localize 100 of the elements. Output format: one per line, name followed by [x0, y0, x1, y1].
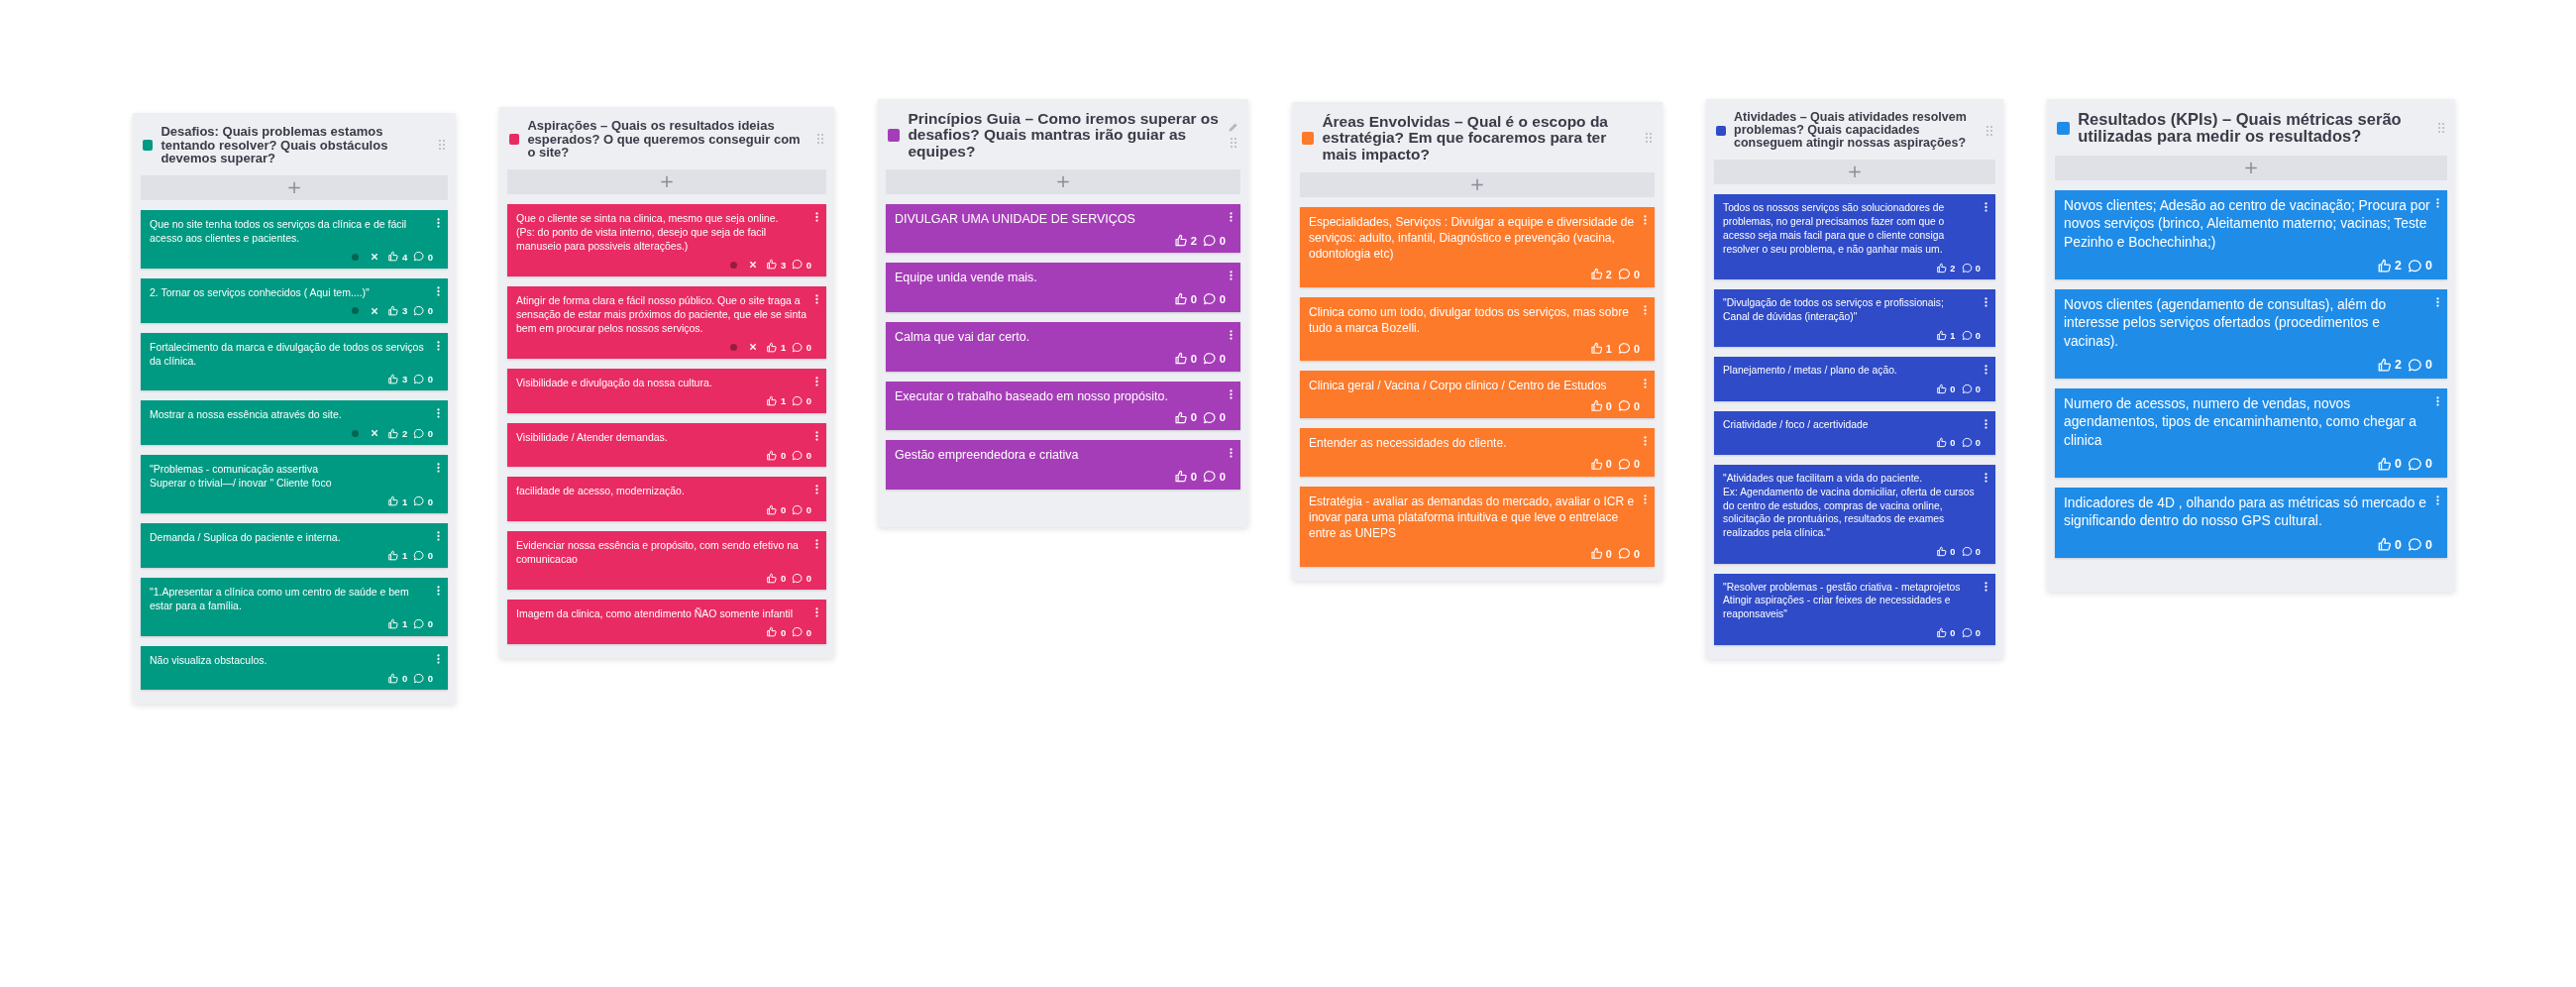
add-card-button[interactable]: +	[886, 168, 1240, 194]
add-card-button[interactable]: +	[1714, 160, 1995, 185]
comment-icon[interactable]	[1961, 627, 1973, 639]
thumbs-up-icon[interactable]	[1173, 351, 1188, 366]
thumbs-up-icon[interactable]	[1936, 627, 1948, 639]
thumbs-up-icon[interactable]	[2376, 258, 2392, 274]
comment-icon[interactable]	[792, 395, 804, 407]
thumbs-up-icon[interactable]	[1173, 410, 1188, 425]
comment-icon[interactable]	[2407, 537, 2423, 553]
comment-icon[interactable]	[1617, 399, 1631, 413]
thumbs-up-icon[interactable]	[1173, 470, 1188, 484]
thumbs-up-icon[interactable]	[387, 672, 399, 685]
thumbs-up-icon[interactable]	[2376, 357, 2392, 373]
thumbs-up-icon[interactable]	[1173, 233, 1188, 248]
drag-handle-icon[interactable]	[438, 139, 446, 152]
kebab-menu-icon[interactable]	[437, 585, 440, 596]
close-icon[interactable]	[749, 343, 758, 352]
thumbs-up-icon[interactable]	[1589, 341, 1603, 356]
kebab-menu-icon[interactable]	[2436, 197, 2439, 208]
close-icon[interactable]	[371, 253, 379, 262]
comment-icon[interactable]	[792, 259, 804, 271]
comment-icon[interactable]	[1203, 292, 1217, 307]
comment-icon[interactable]	[1961, 546, 1973, 558]
kebab-menu-icon[interactable]	[437, 653, 440, 664]
comment-icon[interactable]	[1961, 330, 1973, 342]
drag-handle-icon[interactable]	[2437, 122, 2445, 135]
thumbs-up-icon[interactable]	[1936, 437, 1948, 449]
comment-icon[interactable]	[413, 672, 425, 685]
kebab-menu-icon[interactable]	[815, 430, 818, 441]
comment-icon[interactable]	[1203, 351, 1217, 366]
kebab-menu-icon[interactable]	[1230, 211, 1233, 222]
kebab-menu-icon[interactable]	[2436, 494, 2439, 505]
kebab-menu-icon[interactable]	[437, 463, 440, 474]
kebab-menu-icon[interactable]	[437, 217, 440, 228]
thumbs-up-icon[interactable]	[1589, 399, 1603, 413]
kebab-menu-icon[interactable]	[437, 531, 440, 542]
thumbs-up-icon[interactable]	[1589, 457, 1603, 471]
kebab-menu-icon[interactable]	[1985, 297, 1987, 308]
thumbs-up-icon[interactable]	[2376, 456, 2392, 472]
comment-icon[interactable]	[1203, 470, 1217, 484]
drag-handle-icon[interactable]	[1229, 136, 1237, 149]
comment-icon[interactable]	[792, 572, 804, 585]
thumbs-up-icon[interactable]	[766, 395, 778, 407]
thumbs-up-icon[interactable]	[766, 503, 778, 516]
drag-handle-icon[interactable]	[1645, 132, 1653, 145]
drag-handle-icon[interactable]	[1986, 124, 1993, 137]
comment-icon[interactable]	[1617, 268, 1631, 281]
thumbs-up-icon[interactable]	[1936, 262, 1948, 274]
comment-icon[interactable]	[792, 449, 804, 462]
thumbs-up-icon[interactable]	[387, 427, 399, 440]
thumbs-up-icon[interactable]	[766, 626, 778, 638]
kebab-menu-icon[interactable]	[1230, 330, 1233, 341]
comment-icon[interactable]	[1617, 457, 1631, 471]
comment-icon[interactable]	[413, 618, 425, 630]
thumbs-up-icon[interactable]	[766, 341, 778, 354]
drag-handle-icon[interactable]	[816, 133, 824, 146]
close-icon[interactable]	[371, 429, 379, 438]
kebab-menu-icon[interactable]	[815, 377, 818, 387]
comment-icon[interactable]	[792, 626, 804, 638]
thumbs-up-icon[interactable]	[387, 550, 399, 562]
comment-icon[interactable]	[413, 373, 425, 385]
comment-icon[interactable]	[1961, 384, 1973, 395]
add-card-button[interactable]: +	[141, 174, 448, 200]
close-icon[interactable]	[749, 261, 758, 270]
thumbs-up-icon[interactable]	[2376, 537, 2392, 553]
thumbs-up-icon[interactable]	[1173, 292, 1188, 307]
close-icon[interactable]	[371, 306, 379, 315]
comment-icon[interactable]	[413, 251, 425, 263]
kebab-menu-icon[interactable]	[1230, 448, 1233, 459]
thumbs-up-icon[interactable]	[1936, 384, 1948, 395]
thumbs-up-icon[interactable]	[766, 572, 778, 585]
comment-icon[interactable]	[2407, 357, 2423, 373]
comment-icon[interactable]	[413, 305, 425, 317]
kebab-menu-icon[interactable]	[2436, 296, 2439, 307]
kebab-menu-icon[interactable]	[1985, 365, 1987, 376]
comment-icon[interactable]	[2407, 258, 2423, 274]
kebab-menu-icon[interactable]	[437, 340, 440, 351]
kebab-menu-icon[interactable]	[815, 607, 818, 618]
thumbs-up-icon[interactable]	[387, 618, 399, 630]
kebab-menu-icon[interactable]	[2436, 395, 2439, 406]
comment-icon[interactable]	[413, 427, 425, 440]
kebab-menu-icon[interactable]	[1230, 271, 1233, 281]
kebab-menu-icon[interactable]	[1985, 418, 1987, 429]
kebab-menu-icon[interactable]	[437, 408, 440, 419]
thumbs-up-icon[interactable]	[387, 251, 399, 263]
kebab-menu-icon[interactable]	[815, 294, 818, 304]
comment-icon[interactable]	[792, 503, 804, 516]
add-card-button[interactable]: +	[1300, 171, 1655, 197]
kebab-menu-icon[interactable]	[1230, 388, 1233, 399]
thumbs-up-icon[interactable]	[1936, 546, 1948, 558]
kebab-menu-icon[interactable]	[815, 539, 818, 550]
thumbs-up-icon[interactable]	[387, 305, 399, 317]
kebab-menu-icon[interactable]	[1985, 202, 1987, 213]
kebab-menu-icon[interactable]	[1985, 472, 1987, 483]
comment-icon[interactable]	[413, 550, 425, 562]
comment-icon[interactable]	[1617, 341, 1631, 356]
comment-icon[interactable]	[1617, 547, 1631, 561]
add-card-button[interactable]: +	[2055, 155, 2447, 180]
thumbs-up-icon[interactable]	[766, 449, 778, 462]
thumbs-up-icon[interactable]	[387, 373, 399, 385]
